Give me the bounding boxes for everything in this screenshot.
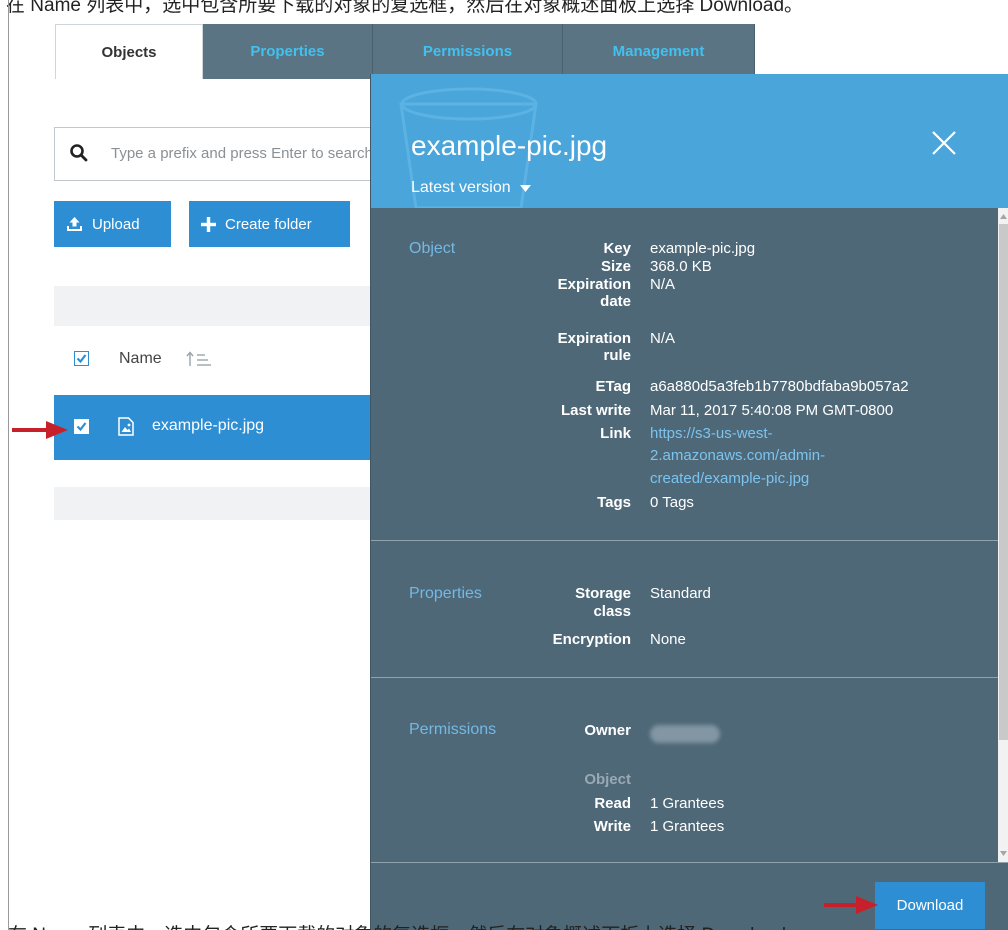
create-folder-button[interactable]: Create folder — [189, 201, 350, 247]
row-checkbox[interactable] — [74, 419, 89, 434]
encryption-value: None — [650, 631, 686, 648]
red-arrow-icon — [12, 421, 68, 439]
image-file-icon — [118, 417, 134, 436]
close-icon[interactable] — [927, 126, 961, 160]
instruction-label: 在 Name 列表中，选中包含所要下载的对象的复选框，然后在对象概述面板上选择 … — [6, 0, 804, 16]
select-all-checkbox[interactable] — [74, 351, 89, 366]
version-dropdown[interactable]: Latest version — [411, 179, 531, 197]
expiration-rule-label-2: rule — [603, 347, 631, 364]
tags-value[interactable]: 0 Tags — [650, 494, 694, 512]
section-title-properties: Properties — [409, 585, 482, 602]
last-write-value: Mar 11, 2017 5:40:08 PM GMT-0800 — [650, 402, 894, 419]
scrollbar-thumb[interactable] — [999, 224, 1008, 740]
scroll-down-icon[interactable] — [999, 848, 1008, 860]
list-header-row: Name — [54, 327, 384, 391]
encryption-label: Encryption — [552, 631, 631, 648]
tab-management[interactable]: Management — [563, 24, 755, 79]
tags-label: Tags — [597, 494, 631, 511]
section-title-permissions: Permissions — [409, 721, 497, 738]
object-link-line-3[interactable]: created/example-pic.jpg — [650, 470, 809, 488]
tab-objects[interactable]: Objects — [55, 24, 203, 79]
search-input[interactable]: Type a prefix and press Enter to search — [111, 145, 373, 162]
etag-label: ETag — [595, 378, 631, 395]
object-link-line-2[interactable]: 2.amazonaws.com/admin- — [650, 447, 825, 465]
red-arrow-icon — [824, 896, 878, 914]
search-box[interactable]: Type a prefix and press Enter to search — [54, 127, 384, 181]
caret-down-icon — [519, 184, 531, 192]
tab-bar: Objects Properties Permissions Managemen… — [55, 24, 755, 79]
storage-class-value: Standard — [650, 585, 711, 602]
create-folder-label: Create folder — [225, 215, 312, 233]
plus-icon — [201, 216, 216, 232]
row-file-name[interactable]: example-pic.jpg — [152, 417, 264, 435]
upload-button[interactable]: Upload — [54, 201, 171, 247]
key-value: example-pic.jpg — [650, 240, 756, 257]
search-icon — [70, 144, 88, 162]
expiration-date-label: Expiration — [557, 276, 631, 293]
expiration-date-value: N/A — [650, 276, 676, 293]
size-value: 368.0 KB — [650, 258, 712, 275]
last-write-label: Last write — [560, 402, 631, 419]
size-label: Size — [600, 258, 631, 275]
object-link-line-1[interactable]: https://s3-us-west- — [650, 425, 773, 443]
section-title-object: Object — [409, 240, 456, 257]
cropped-text-strip: 在 Name 列表中，选中包含所要下载的对象的复选框，然后在对象概述面板上选择 … — [0, 918, 1008, 930]
expiration-date-label-2: date — [600, 293, 631, 310]
scroll-up-icon[interactable] — [999, 210, 1008, 222]
etag-value: a6a880d5a3feb1b7780bdfaba9b057a2 — [650, 378, 909, 395]
owner-value-redacted — [650, 725, 720, 743]
write-label: Write — [593, 818, 631, 835]
storage-class-label: Storage — [575, 585, 631, 602]
section-divider — [371, 540, 998, 541]
read-label: Read — [594, 795, 631, 812]
panel-scrollbar[interactable] — [998, 208, 1008, 862]
instruction-text: 在 Name 列表中，选中包含所要下载的对象的复选框，然后在对象概述面板上选择 … — [0, 0, 1008, 18]
expiration-rule-value: N/A — [650, 330, 676, 347]
write-value: 1 Grantees — [650, 818, 725, 835]
panel-header: example-pic.jpg Latest version — [371, 74, 1008, 208]
panel-title: example-pic.jpg — [411, 130, 608, 161]
list-toolbar-band — [54, 286, 384, 326]
link-label: Link — [600, 425, 631, 442]
object-overview-panel: example-pic.jpg Latest version Object Ke… — [370, 74, 1008, 930]
section-divider — [371, 677, 998, 678]
cropped-text: 在 Name 列表中，选中包含所要下载的对象的复选框，然后在对象概述面板上选择 … — [8, 920, 805, 930]
tab-permissions[interactable]: Permissions — [373, 24, 563, 79]
object-permissions-label: Object — [584, 771, 631, 788]
owner-label: Owner — [584, 722, 631, 739]
version-label: Latest version — [411, 179, 511, 196]
storage-class-label-2: class — [593, 603, 631, 620]
tab-properties[interactable]: Properties — [203, 24, 373, 79]
key-label: Key — [603, 240, 631, 257]
sort-icon[interactable] — [186, 350, 214, 368]
name-column-header[interactable]: Name — [119, 350, 162, 368]
read-value: 1 Grantees — [650, 795, 725, 812]
expiration-rule-label: Expiration — [557, 330, 631, 347]
table-row[interactable]: example-pic.jpg — [54, 395, 384, 460]
upload-icon — [66, 216, 83, 232]
upload-label: Upload — [92, 215, 140, 233]
panel-footer-divider — [371, 862, 1008, 863]
frame-border — [8, 0, 9, 930]
list-footer-band — [54, 487, 384, 520]
